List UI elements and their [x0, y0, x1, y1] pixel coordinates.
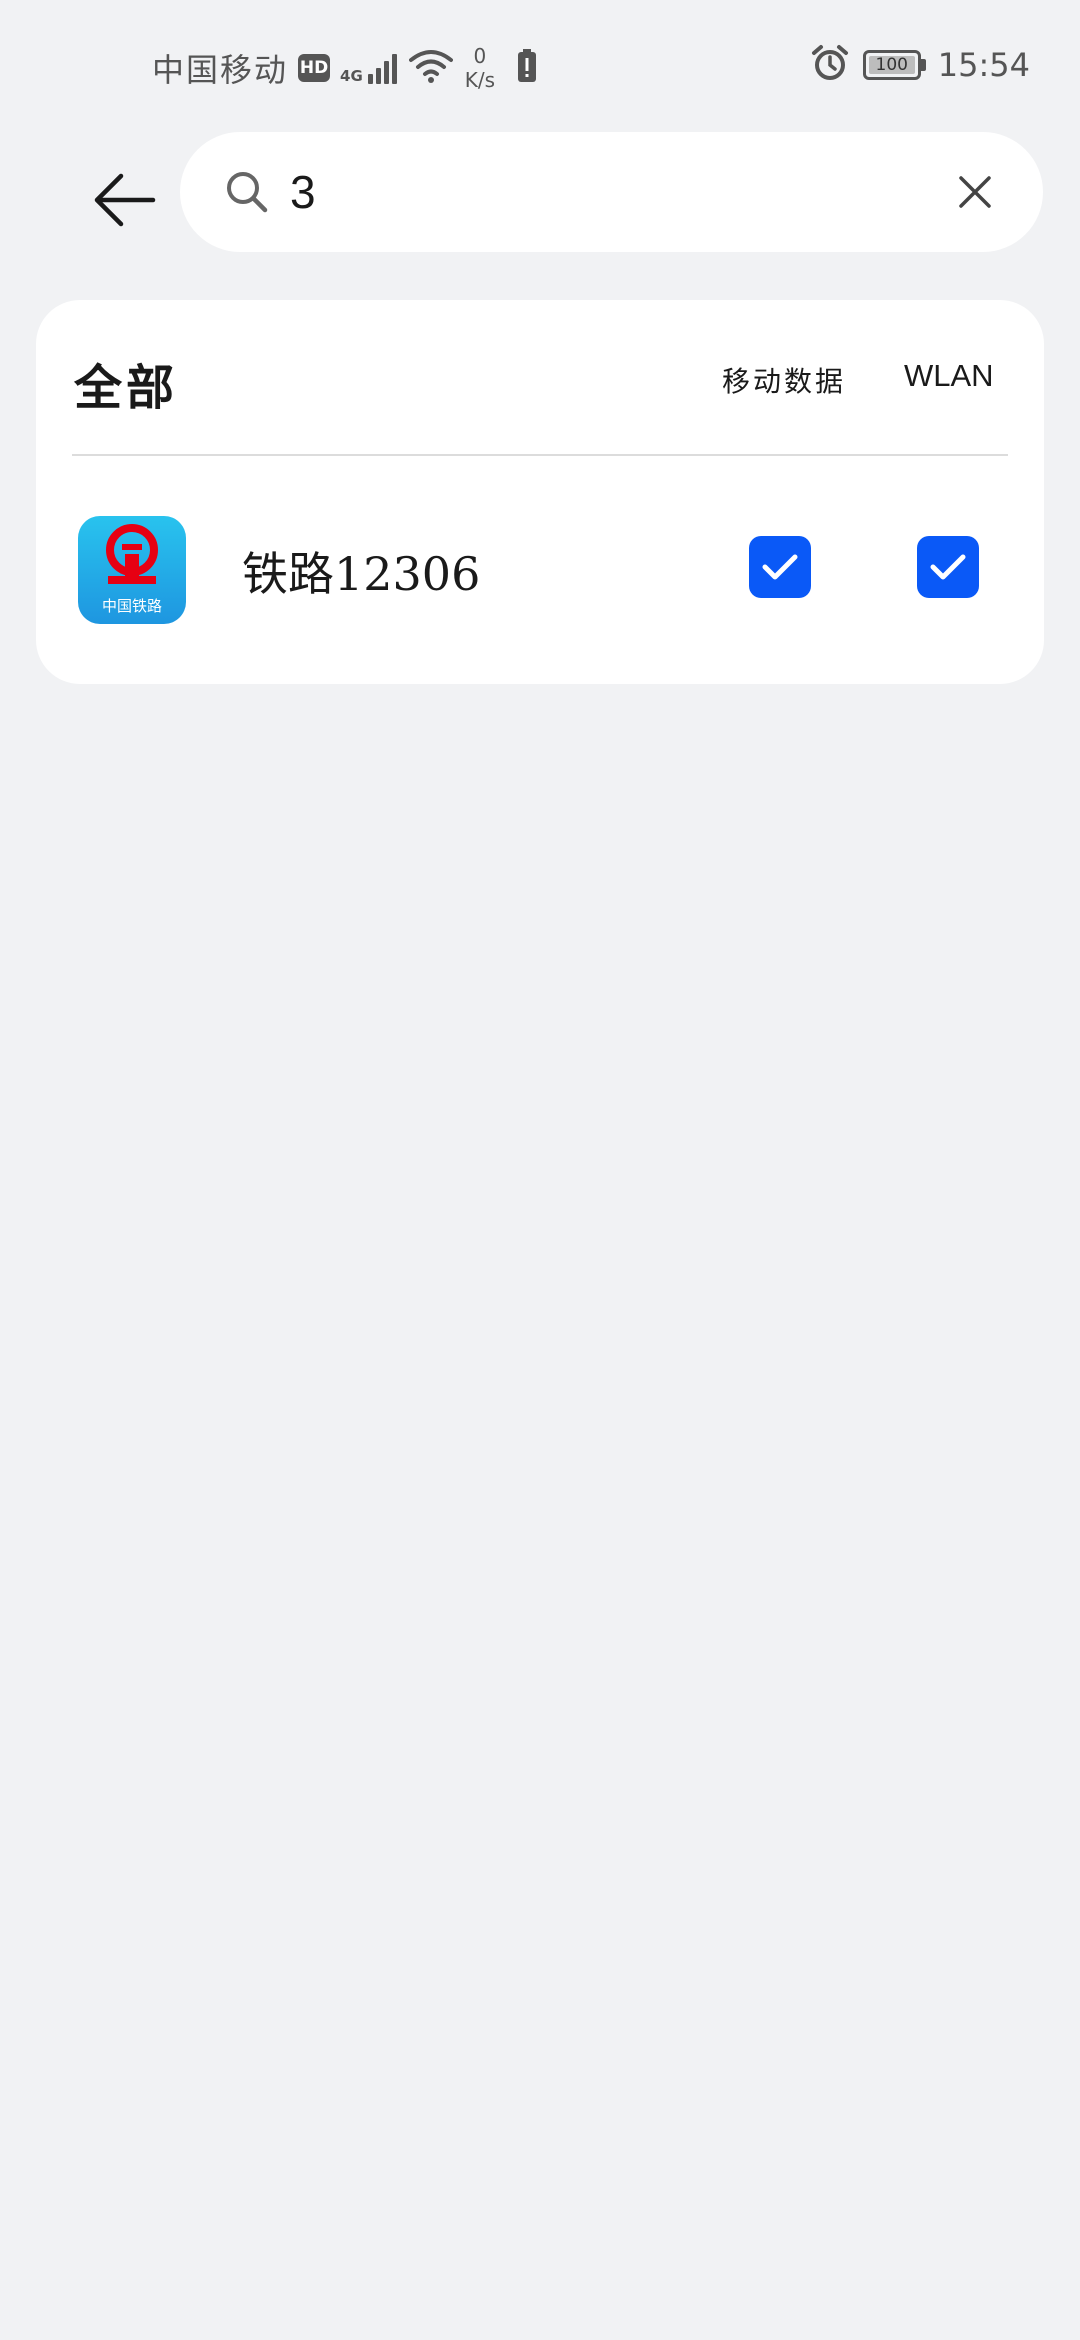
network-speed: 0 K/s [464, 44, 496, 92]
back-button[interactable] [70, 155, 180, 245]
search-icon [222, 167, 272, 217]
battery-alert-icon [517, 49, 537, 87]
status-bar: 中国移动 HD 4G 0 K/s 100 15:54 [0, 0, 1080, 130]
app-name: 铁路12306 [242, 547, 481, 601]
results-card: 全部 移动数据 WLAN 中国铁路 铁路12306 [36, 300, 1044, 684]
close-icon [959, 176, 991, 208]
divider [72, 454, 1008, 456]
mobile-data-checkbox[interactable] [749, 536, 811, 598]
mobile-data-column-header[interactable]: 移动数据 [722, 360, 846, 400]
hd-icon: HD [298, 54, 331, 82]
alarm-icon [811, 44, 849, 86]
search-bar [180, 132, 1043, 252]
carrier-name: 中国移动 [152, 51, 289, 89]
clock: 15:54 [937, 46, 1030, 84]
search-input[interactable] [290, 165, 945, 219]
app-row: 中国铁路 铁路12306 [36, 480, 1044, 660]
clear-search-button[interactable] [945, 162, 1005, 222]
battery-icon: 100 [862, 50, 921, 80]
all-filter[interactable]: 全部 [74, 348, 178, 418]
check-icon [762, 554, 798, 580]
wlan-checkbox[interactable] [917, 536, 979, 598]
wlan-column-header[interactable]: WLAN [904, 358, 994, 394]
filter-header: 全部 移动数据 WLAN [36, 300, 1044, 455]
arrow-left-icon [94, 173, 156, 227]
battery-tip [920, 59, 926, 71]
wifi-icon [408, 48, 453, 88]
signal-icon: 4G [340, 52, 397, 84]
check-icon [930, 554, 966, 580]
app-icon: 中国铁路 [78, 516, 186, 624]
